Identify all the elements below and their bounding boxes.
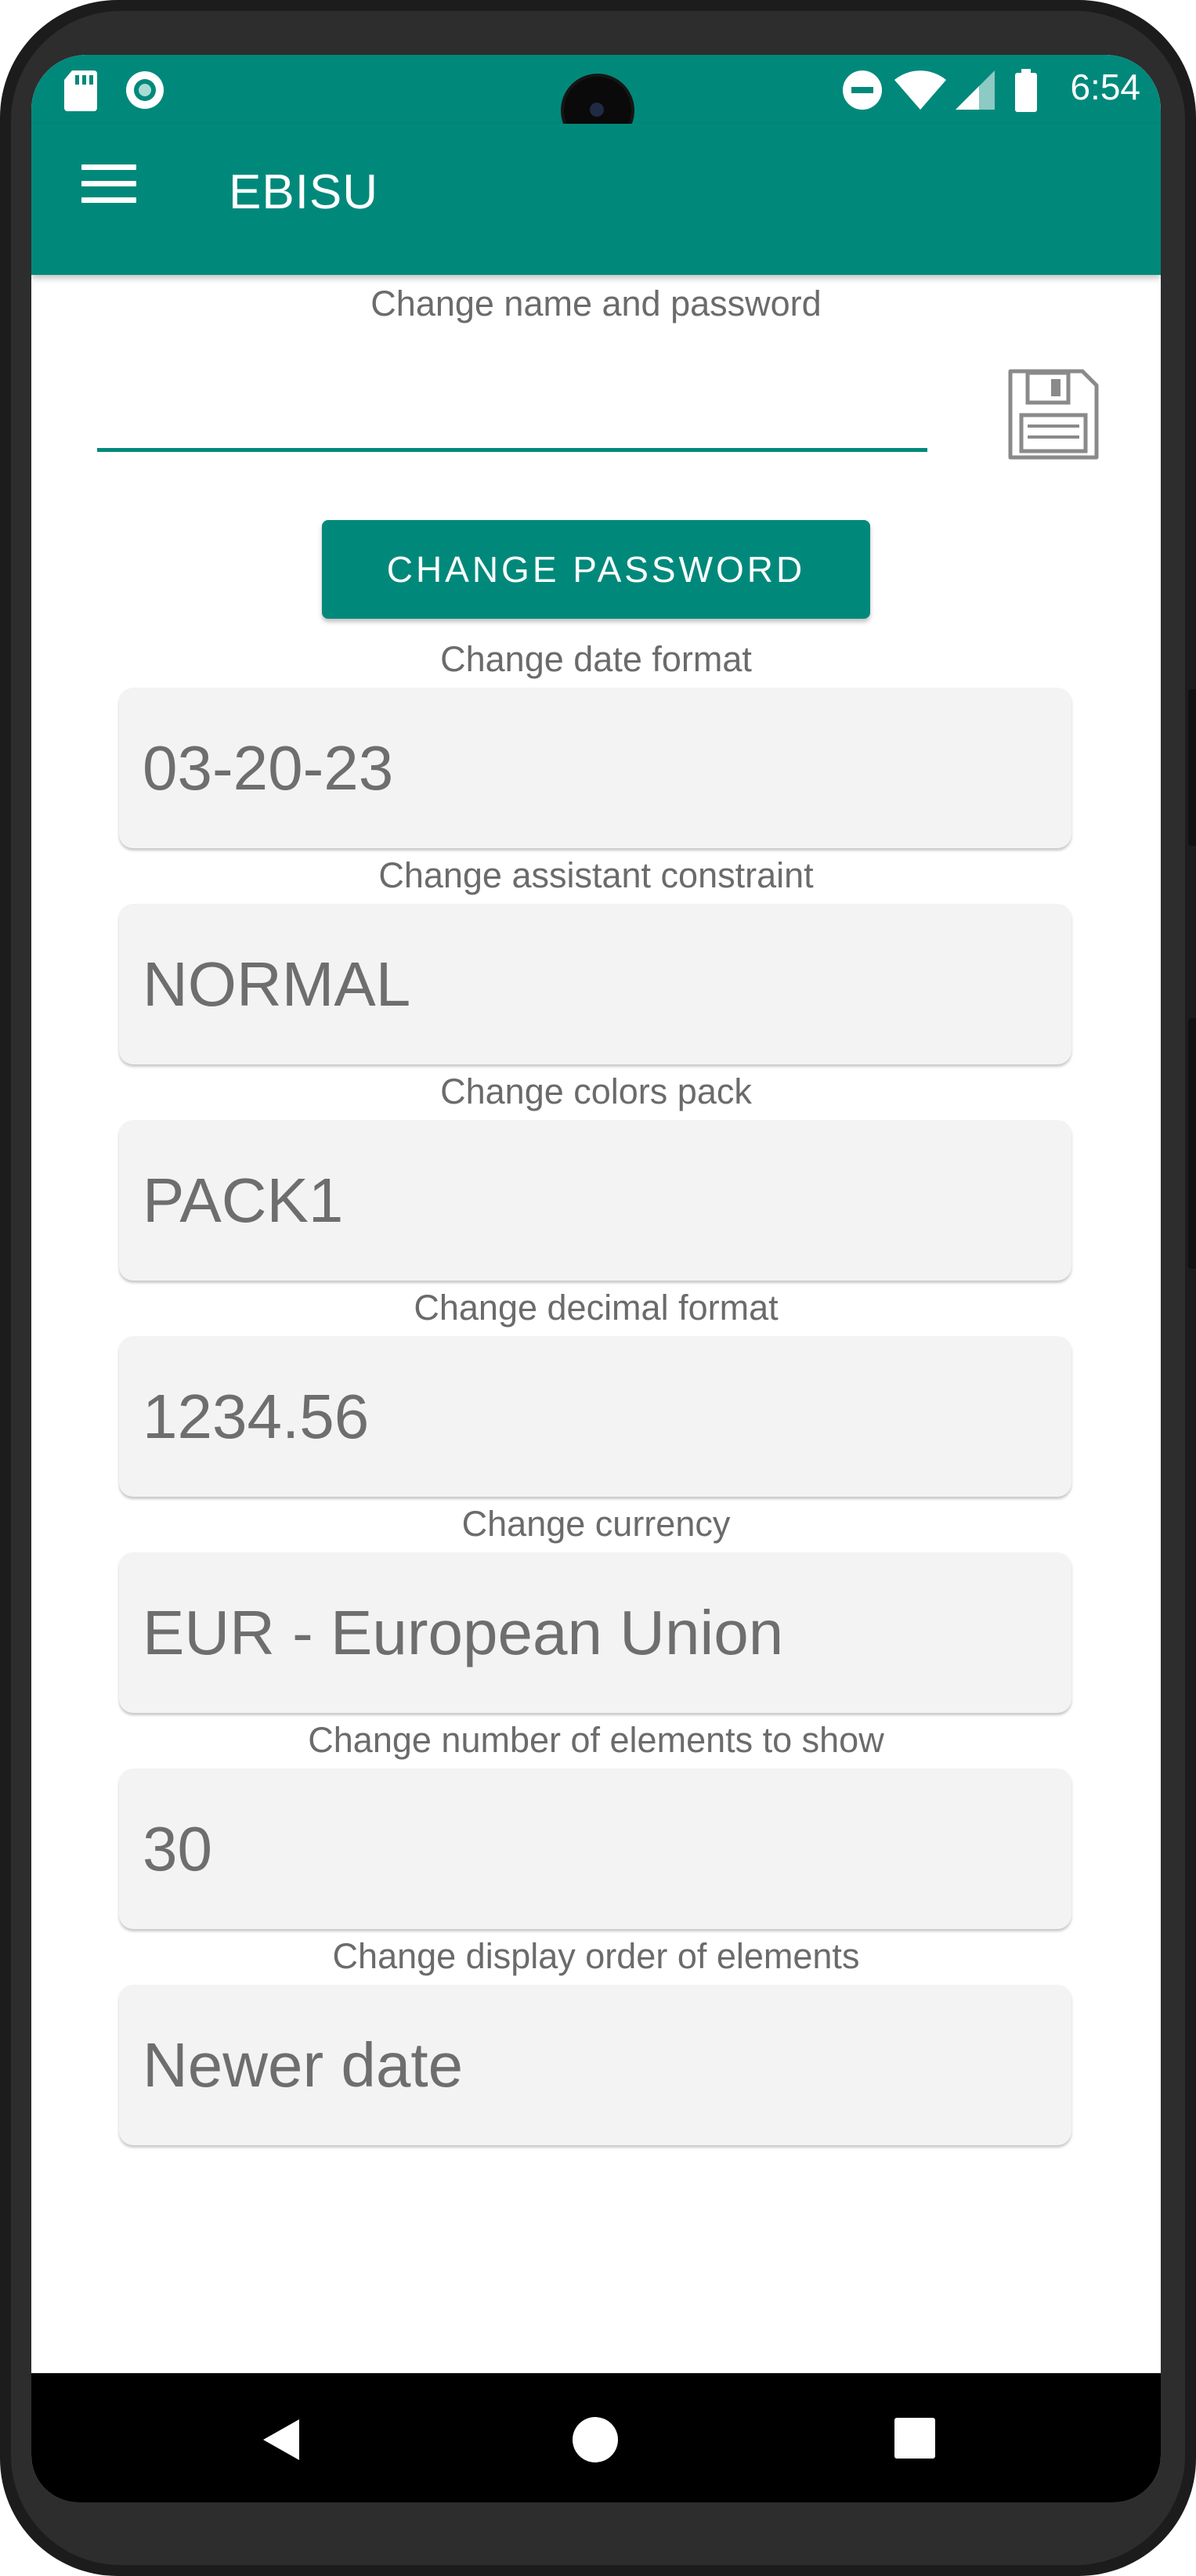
colors-pack-select[interactable]: PACK1: [119, 1120, 1071, 1281]
date-format-label: Change date format: [440, 639, 752, 679]
elements-count-select[interactable]: 30: [119, 1769, 1071, 1929]
display-order-label: Change display order of elements: [332, 1936, 860, 1976]
sync-icon: [126, 71, 164, 109]
save-icon[interactable]: [1006, 367, 1101, 462]
power-button: [1188, 689, 1196, 846]
colors-pack-value: PACK1: [143, 1165, 344, 1235]
decimal-format-label: Change decimal format: [414, 1288, 779, 1328]
elements-count-value: 30: [143, 1814, 212, 1884]
display-order-value: Newer date: [143, 2030, 464, 2100]
currency-label: Change currency: [461, 1504, 731, 1544]
screen: 6:54 EBISU Change name and password CHAN…: [31, 55, 1161, 2502]
date-format-select[interactable]: 03-20-23: [119, 688, 1071, 848]
wifi-icon: [894, 70, 946, 110]
recents-icon[interactable]: [893, 2416, 937, 2460]
elements-count-label: Change number of elements to show: [308, 1720, 884, 1760]
currency-select[interactable]: EUR - European Union: [119, 1552, 1071, 1713]
sd-card-icon: [64, 70, 97, 111]
app-title: EBISU: [229, 165, 379, 219]
signal-icon: [956, 70, 995, 110]
decimal-format-value: 1234.56: [143, 1382, 370, 1451]
phone-frame: 6:54 EBISU Change name and password CHAN…: [0, 0, 1196, 2576]
do-not-disturb-icon: [843, 70, 882, 110]
assistant-constraint-value: NORMAL: [143, 949, 411, 1019]
change-password-button[interactable]: CHANGE PASSWORD: [322, 520, 870, 619]
status-time: 6:54: [1070, 67, 1140, 107]
currency-value: EUR - European Union: [143, 1598, 784, 1667]
assistant-constraint-select[interactable]: NORMAL: [119, 904, 1071, 1064]
status-bar: 6:54: [31, 55, 1161, 144]
app-bar: [31, 124, 1161, 275]
display-order-select[interactable]: Newer date: [119, 1985, 1071, 2145]
date-format-value: 03-20-23: [143, 733, 394, 803]
navigation-bar: [31, 2373, 1161, 2502]
battery-icon: [1015, 69, 1037, 112]
menu-icon[interactable]: [81, 164, 136, 204]
back-icon[interactable]: [258, 2416, 302, 2463]
account-section-label: Change name and password: [370, 284, 822, 323]
name-input[interactable]: [97, 392, 927, 452]
colors-pack-label: Change colors pack: [440, 1071, 752, 1111]
home-icon[interactable]: [572, 2416, 619, 2463]
decimal-format-select[interactable]: 1234.56: [119, 1336, 1071, 1497]
volume-button: [1188, 1018, 1196, 1269]
assistant-constraint-label: Change assistant constraint: [378, 855, 814, 895]
